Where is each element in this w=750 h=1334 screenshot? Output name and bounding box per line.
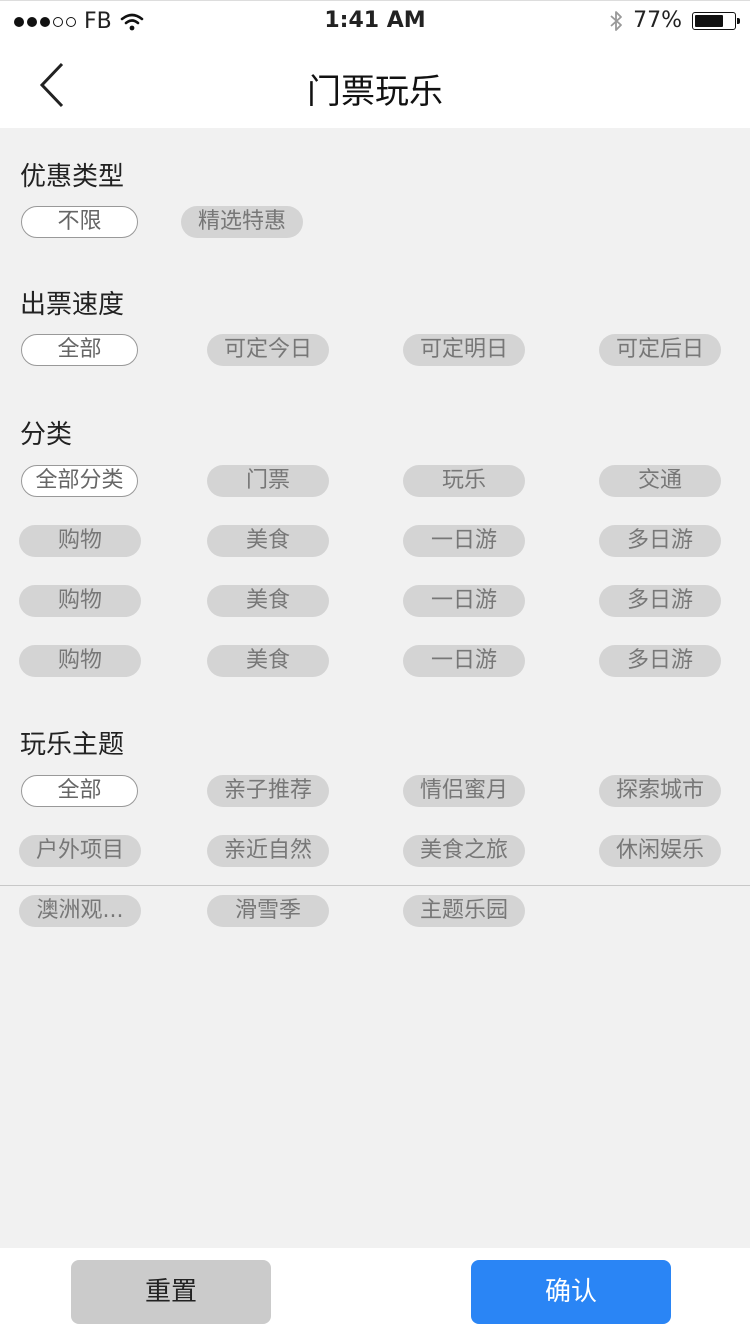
divider	[0, 885, 750, 886]
tag-theme-outdoor[interactable]: 户外项目	[19, 835, 141, 867]
tag-category-day-trip[interactable]: 一日游	[403, 525, 525, 557]
tag-theme-family[interactable]: 亲子推荐	[207, 775, 329, 807]
status-right: 77%	[609, 8, 740, 33]
tag-discount-all[interactable]: 不限	[21, 206, 138, 238]
tag-category-transport[interactable]: 交通	[599, 465, 721, 497]
tag-speed-all[interactable]: 全部	[21, 334, 138, 366]
section-title-theme: 玩乐主题	[20, 730, 125, 760]
tag-speed-after[interactable]: 可定后日	[599, 334, 721, 366]
tag-theme-city[interactable]: 探索城市	[599, 775, 721, 807]
tag-theme-australia[interactable]: 澳洲观...	[19, 895, 141, 927]
tag-theme-theme-park[interactable]: 主题乐园	[403, 895, 525, 927]
confirm-button[interactable]: 确认	[471, 1260, 671, 1324]
battery-percent: 77%	[633, 8, 682, 33]
status-bar: FB 1:41 AM 77%	[0, 0, 750, 40]
tag-discount-select[interactable]: 精选特惠	[181, 206, 303, 238]
tag-category-shopping[interactable]: 购物	[19, 645, 141, 677]
tag-theme-ski[interactable]: 滑雪季	[207, 895, 329, 927]
tag-category-day-trip[interactable]: 一日游	[403, 645, 525, 677]
tag-category-day-trip[interactable]: 一日游	[403, 585, 525, 617]
tag-theme-all[interactable]: 全部	[21, 775, 138, 807]
bluetooth-icon	[610, 10, 622, 31]
battery-icon	[692, 11, 740, 30]
tag-speed-tomorrow[interactable]: 可定明日	[403, 334, 525, 366]
page-title: 门票玩乐	[307, 72, 443, 112]
tag-category-food[interactable]: 美食	[207, 585, 329, 617]
tag-category-shopping[interactable]: 购物	[19, 525, 141, 557]
reset-button[interactable]: 重置	[71, 1260, 271, 1324]
tag-speed-today[interactable]: 可定今日	[207, 334, 329, 366]
tag-theme-nature[interactable]: 亲近自然	[207, 835, 329, 867]
nav-bar: 门票玩乐	[0, 40, 750, 128]
tag-category-food[interactable]: 美食	[207, 645, 329, 677]
tag-category-fun[interactable]: 玩乐	[403, 465, 525, 497]
tag-category-all[interactable]: 全部分类	[21, 465, 138, 497]
tag-category-multi-day[interactable]: 多日游	[599, 585, 721, 617]
tag-category-food[interactable]: 美食	[207, 525, 329, 557]
section-title-discount: 优惠类型	[20, 162, 125, 192]
tag-category-tickets[interactable]: 门票	[207, 465, 329, 497]
section-title-category: 分类	[20, 420, 73, 450]
tag-theme-leisure[interactable]: 休闲娱乐	[599, 835, 721, 867]
tag-theme-food-tour[interactable]: 美食之旅	[403, 835, 525, 867]
tag-category-shopping[interactable]: 购物	[19, 585, 141, 617]
tag-theme-honeymoon[interactable]: 情侣蜜月	[403, 775, 525, 807]
footer-bar: 重置 确认	[0, 1248, 750, 1334]
section-title-speed: 出票速度	[20, 290, 125, 320]
tag-category-multi-day[interactable]: 多日游	[599, 525, 721, 557]
tag-category-multi-day[interactable]: 多日游	[599, 645, 721, 677]
